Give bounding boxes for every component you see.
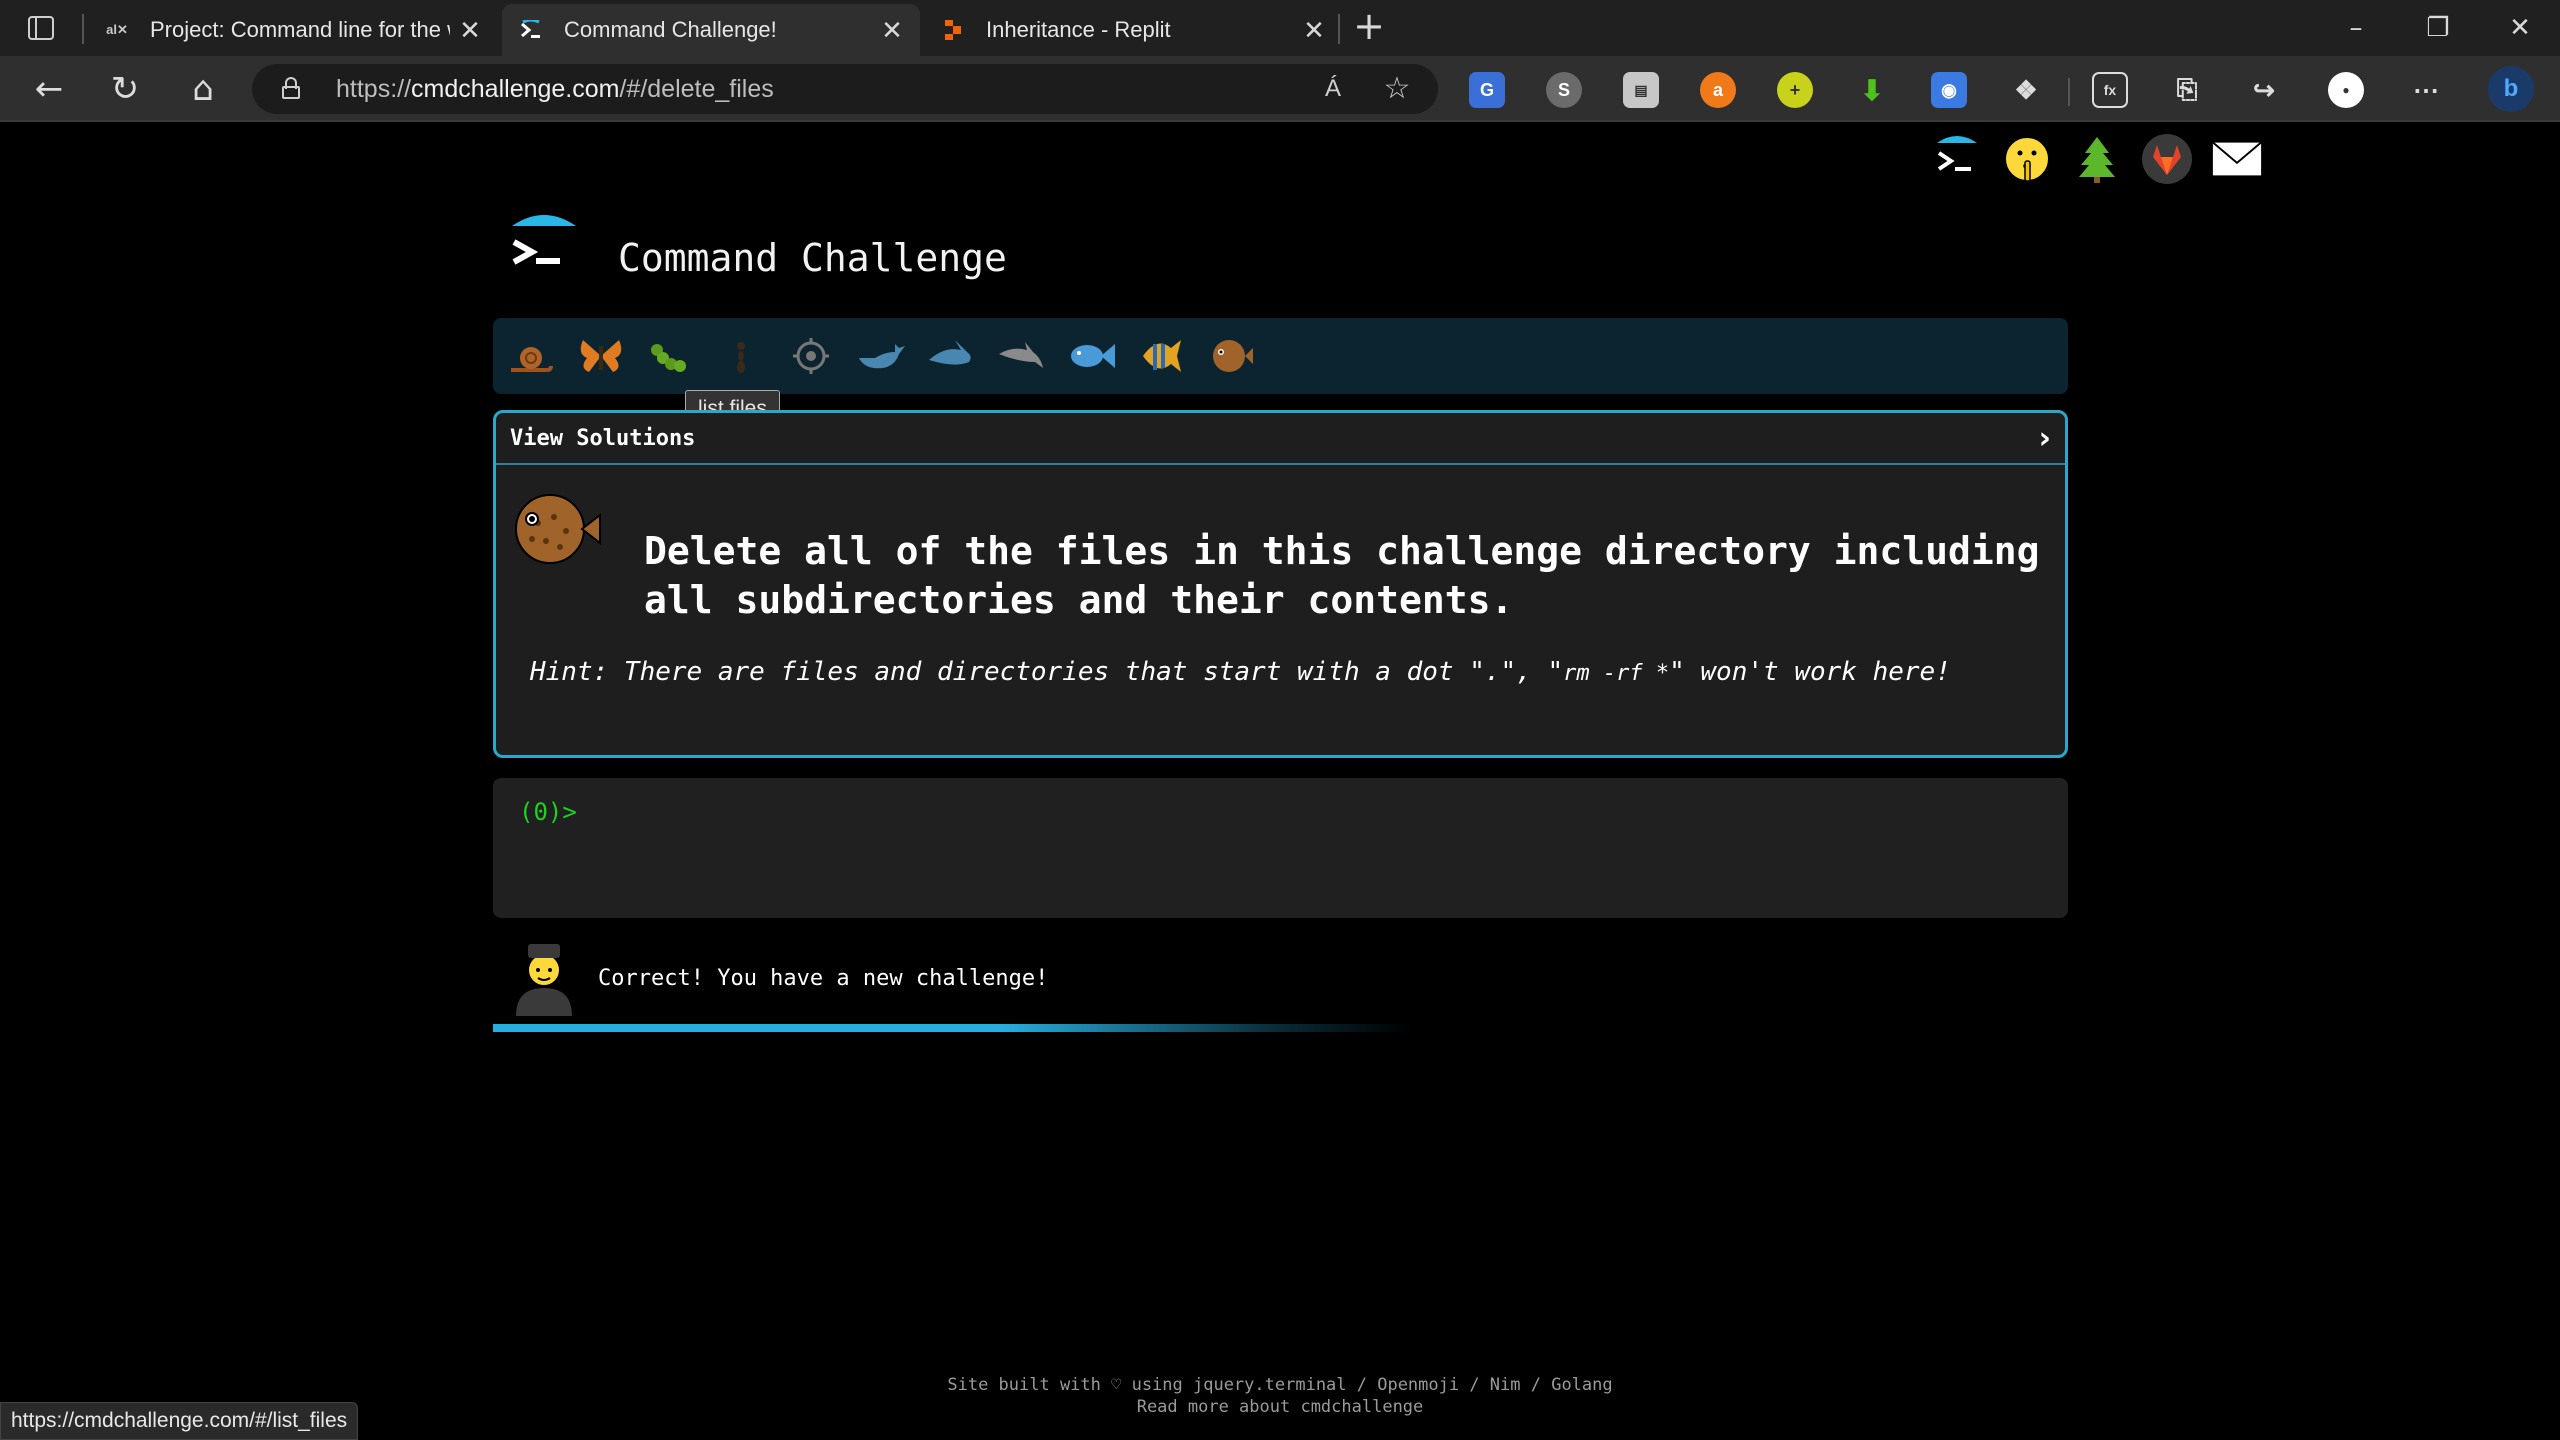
shushing-face-icon[interactable] [2000,132,2054,186]
blowfish-challenge-icon [508,481,604,577]
view-solutions-label[interactable]: View Solutions [510,426,695,451]
share-icon[interactable]: ↪ [2246,72,2282,108]
tab-separator [1338,14,1340,44]
challenge-icon-bar [493,318,2068,394]
top-icon-row [1930,132,2264,186]
view-solutions-header[interactable]: View Solutions › [496,413,2065,465]
tab-actions-icon [28,16,54,40]
microbe-icon[interactable] [785,330,837,382]
alx-favicon-icon: al✕ [106,22,128,37]
tree-icon[interactable] [2070,132,2124,186]
download-extension-icon[interactable]: ⬇ [1854,72,1890,108]
read-aloud-icon[interactable]: Á [1316,72,1350,106]
terminal-logo-icon[interactable] [1930,132,1984,186]
mascot-icon [510,936,578,1016]
url-text[interactable]: https://cmdchallenge.com/#/delete_files [336,64,774,114]
profile-avatar[interactable]: ● [2328,72,2364,108]
challenge-description: Delete all of the files in this challeng… [644,529,2040,622]
tab-title: Project: Command line for the wi [150,17,450,42]
status-bar-url: https://cmdchallenge.com/#/list_files [0,1402,359,1440]
feedback-row: Correct! You have a new challenge! [510,936,1310,1016]
replit-favicon-icon [940,19,966,41]
tab-title: Inheritance - Replit [986,17,1171,42]
feedback-message: Correct! You have a new challenge! [598,966,1049,991]
ant-icon[interactable] [715,330,767,382]
terminal-input[interactable]: (0)> [493,778,2068,918]
snail-icon[interactable] [505,330,557,382]
caterpillar-icon[interactable] [645,330,697,382]
footer-credits[interactable]: Site built with ♡ using jquery.terminal … [0,1374,2560,1396]
minimize-icon[interactable]: – [2326,8,2386,48]
tab-title: Command Challenge! [564,17,777,42]
tab-separator [82,14,84,44]
footer: Site built with ♡ using jquery.terminal … [0,1374,2560,1418]
gitlab-icon[interactable] [2140,132,2194,186]
screenshot-extension-icon[interactable]: ◉ [1931,72,1967,108]
dolphin-icon[interactable] [995,330,1047,382]
new-tab-plus-icon[interactable]: + [1352,7,1386,45]
terminal-favicon-icon [518,19,544,41]
fish-icon[interactable] [1065,330,1117,382]
progress-bar [493,1024,1413,1032]
site-title: Command Challenge [618,236,1007,280]
page-content: Command Challenge list files View Soluti… [0,124,2560,1440]
chevron-right-icon[interactable]: › [2039,421,2051,456]
extensions-puzzle-icon[interactable]: ❖ [2008,72,2044,108]
bing-copilot-icon[interactable]: b [2488,66,2534,112]
challenge-panel: View Solutions › Delete all of the files… [493,410,2068,758]
split-screen-icon[interactable]: fx [2092,72,2128,108]
add-favorite-star-icon[interactable]: ☆ [1380,72,1414,106]
blowfish-icon[interactable] [1205,330,1257,382]
close-window-icon[interactable]: ✕ [2490,8,2550,48]
butterfly-icon[interactable] [575,330,627,382]
collections-icon[interactable]: ⎘ [2169,72,2205,108]
toolbar-separator [2068,78,2070,106]
challenge-hint: Hint: There are files and directories th… [530,657,1951,687]
lock-icon[interactable] [282,77,300,99]
tab-project-command-line[interactable]: al✕ Project: Command line for the wi ✕ [88,4,498,56]
plus-extension-icon[interactable]: + [1777,72,1813,108]
browser-toolbar: ← ↻ ⌂ https://cmdchallenge.com/#/delete_… [0,56,2560,122]
tropical-fish-icon[interactable] [1135,330,1187,382]
browser-tab-strip: al✕ Project: Command line for the wi ✕ C… [0,0,2560,56]
refresh-icon[interactable]: ↻ [102,66,148,112]
command-challenge-logo-icon[interactable] [506,212,584,290]
avast-extension-icon[interactable]: a [1700,72,1736,108]
close-tab-icon[interactable]: ✕ [880,17,904,43]
home-icon[interactable]: ⌂ [180,66,226,112]
back-arrow-icon[interactable]: ← [26,66,72,112]
restore-window-icon[interactable]: ❐ [2408,8,2468,48]
tab-inheritance-replit[interactable]: Inheritance - Replit ✕ [924,4,1342,56]
shark-icon[interactable] [925,330,977,382]
close-tab-icon[interactable]: ✕ [1302,17,1326,43]
skype-extension-icon[interactable]: S [1546,72,1582,108]
window-extension-icon[interactable]: ▤ [1623,72,1659,108]
envelope-icon[interactable] [2210,132,2264,186]
footer-read-more-link[interactable]: Read more about cmdchallenge [0,1396,2560,1418]
tab-command-challenge[interactable]: Command Challenge! ✕ [502,4,920,56]
terminal-prompt: (0)> [519,798,577,826]
tab-actions-button[interactable] [20,12,62,44]
whale-icon[interactable] [855,330,907,382]
close-tab-icon[interactable]: ✕ [458,17,482,43]
more-options-icon[interactable]: ⋯ [2408,72,2444,108]
address-bar[interactable]: https://cmdchallenge.com/#/delete_files … [252,64,1438,114]
translate-extension-icon[interactable]: G [1469,72,1505,108]
